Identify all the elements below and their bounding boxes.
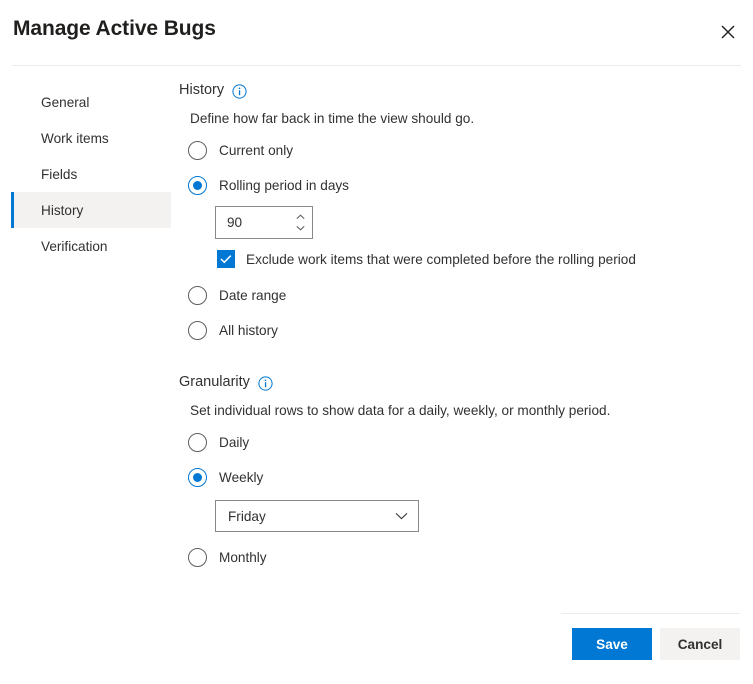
- info-icon[interactable]: [232, 84, 247, 99]
- exclude-completed-checkbox-row[interactable]: Exclude work items that were completed b…: [217, 250, 719, 268]
- radio-label: Rolling period in days: [219, 178, 349, 193]
- dialog-content: History Define how far back in time the …: [179, 82, 719, 568]
- dialog-header: Manage Active Bugs: [0, 0, 753, 66]
- history-section-title: History: [179, 82, 224, 98]
- granularity-section-header: Granularity: [179, 374, 719, 390]
- manage-active-bugs-dialog: Manage Active Bugs General Work items Fi…: [0, 0, 753, 684]
- chevron-down-icon: [395, 512, 408, 520]
- radio-button: [188, 548, 207, 567]
- footer-divider: [561, 613, 740, 614]
- granularity-description: Set individual rows to show data for a d…: [190, 403, 719, 418]
- radio-label: Date range: [219, 288, 286, 303]
- radio-button: [188, 433, 207, 452]
- radio-label: Weekly: [219, 470, 263, 485]
- dialog-sidebar: General Work items Fields History Verifi…: [11, 84, 171, 264]
- radio-date-range[interactable]: Date range: [188, 284, 719, 306]
- weekday-select-value: Friday: [228, 509, 266, 524]
- sidebar-item-verification[interactable]: Verification: [11, 228, 171, 264]
- weekday-select[interactable]: Friday: [215, 500, 419, 532]
- sidebar-item-history[interactable]: History: [11, 192, 171, 228]
- radio-button-selected: [188, 468, 207, 487]
- radio-daily[interactable]: Daily: [188, 431, 719, 453]
- stepper-buttons: [292, 207, 312, 238]
- radio-label: Monthly: [219, 550, 267, 565]
- radio-button: [188, 141, 207, 160]
- history-section-header: History: [179, 82, 719, 98]
- info-icon[interactable]: [258, 376, 273, 391]
- sidebar-item-label: Work items: [41, 131, 109, 146]
- cancel-button[interactable]: Cancel: [660, 628, 740, 660]
- granularity-section: Granularity Set individual rows to show …: [179, 374, 719, 568]
- header-divider: [12, 65, 741, 66]
- sidebar-item-label: General: [41, 95, 89, 110]
- radio-label: All history: [219, 323, 278, 338]
- sidebar-item-label: Fields: [41, 167, 77, 182]
- save-button[interactable]: Save: [572, 628, 652, 660]
- checkbox-label: Exclude work items that were completed b…: [246, 252, 636, 267]
- radio-label: Current only: [219, 143, 293, 158]
- sidebar-item-general[interactable]: General: [11, 84, 171, 120]
- sidebar-item-label: Verification: [41, 239, 108, 254]
- radio-monthly[interactable]: Monthly: [188, 546, 719, 568]
- chevron-up-icon[interactable]: [296, 214, 305, 220]
- radio-rolling-period[interactable]: Rolling period in days: [188, 174, 719, 196]
- history-section: History Define how far back in time the …: [179, 82, 719, 341]
- history-description: Define how far back in time the view sho…: [190, 111, 719, 126]
- radio-button-selected: [188, 176, 207, 195]
- rolling-days-stepper[interactable]: 90: [215, 206, 313, 239]
- dialog-footer: Save Cancel: [572, 628, 740, 660]
- radio-weekly[interactable]: Weekly: [188, 466, 719, 488]
- checkmark-icon: [220, 254, 232, 264]
- close-button[interactable]: [710, 14, 746, 50]
- granularity-section-title: Granularity: [179, 374, 250, 390]
- close-icon: [721, 25, 735, 39]
- chevron-down-icon[interactable]: [296, 225, 305, 231]
- radio-current-only[interactable]: Current only: [188, 139, 719, 161]
- page-title: Manage Active Bugs: [13, 17, 216, 41]
- sidebar-item-fields[interactable]: Fields: [11, 156, 171, 192]
- sidebar-item-label: History: [41, 203, 83, 218]
- rolling-days-input[interactable]: 90: [216, 207, 292, 238]
- radio-label: Daily: [219, 435, 249, 450]
- radio-all-history[interactable]: All history: [188, 319, 719, 341]
- radio-button: [188, 286, 207, 305]
- checkbox-checked[interactable]: [217, 250, 235, 268]
- radio-button: [188, 321, 207, 340]
- sidebar-item-work-items[interactable]: Work items: [11, 120, 171, 156]
